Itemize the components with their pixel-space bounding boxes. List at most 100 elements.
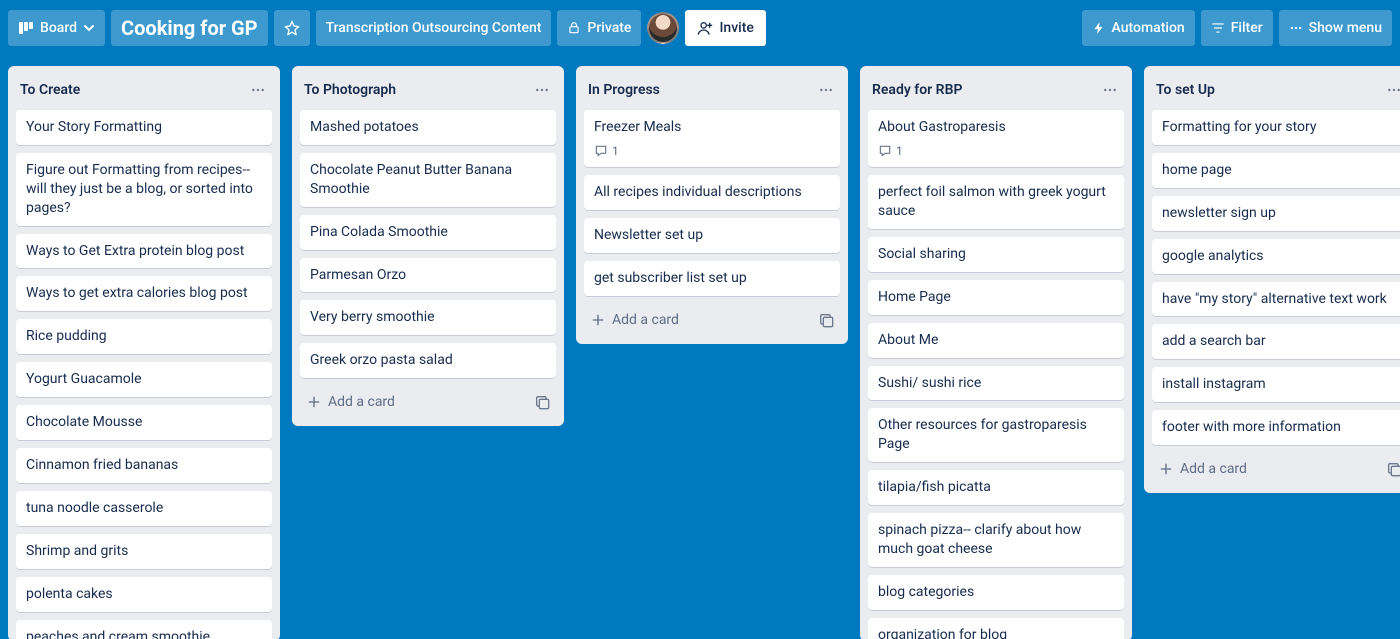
list-title[interactable]: To set Up [1156,82,1380,98]
card[interactable]: Parmesan Orzo [300,258,556,293]
show-menu-button[interactable]: Show menu [1279,10,1392,46]
star-button[interactable] [274,10,310,46]
card[interactable]: Yogurt Guacamole [16,362,272,397]
card[interactable]: Cinnamon fried bananas [16,448,272,483]
list-menu-button[interactable] [1096,76,1124,104]
card-title: Chocolate Mousse [26,413,262,432]
card[interactable]: Figure out Formatting from recipes-- wil… [16,153,272,226]
card[interactable]: have "my story" alternative text work [1152,282,1400,317]
card[interactable]: Social sharing [868,237,1124,272]
card[interactable]: Sushi/ sushi rice [868,366,1124,401]
card-title: Pina Colada Smoothie [310,223,546,242]
card[interactable]: home page [1152,153,1400,188]
card[interactable]: Ways to get extra calories blog post [16,276,272,311]
list-footer: Add a card [576,298,848,344]
invite-button[interactable]: Invite [685,10,765,46]
template-icon [534,394,550,410]
card[interactable]: tilapia/fish picatta [868,470,1124,505]
card[interactable]: Your Story Formatting [16,110,272,145]
card[interactable]: Mashed potatoes [300,110,556,145]
add-card-button[interactable]: Add a card [584,306,806,334]
board-header: Board Cooking for GP Transcription Outso… [0,0,1400,56]
card[interactable]: Home Page [868,280,1124,315]
template-icon [818,312,834,328]
card[interactable]: About Gastroparesis1 [868,110,1124,167]
list-menu-button[interactable] [244,76,272,104]
card-template-button[interactable] [528,388,556,416]
card[interactable]: Pina Colada Smoothie [300,215,556,250]
card-badges: 1 [594,143,830,159]
card[interactable]: organization for blog [868,618,1124,639]
privacy-button[interactable]: Private [557,10,641,46]
comment-count: 1 [612,143,619,159]
card[interactable]: Rice pudding [16,319,272,354]
list-menu-button[interactable] [528,76,556,104]
card[interactable]: Very berry smoothie [300,300,556,335]
invite-label: Invite [719,20,753,36]
list-header: To Create [8,66,280,110]
list-footer: Add a card [1144,447,1400,493]
add-card-button[interactable]: Add a card [300,388,522,416]
card[interactable]: tuna noodle casserole [16,491,272,526]
card[interactable]: footer with more information [1152,410,1400,445]
card[interactable]: All recipes individual descriptions [584,175,840,210]
card-title: perfect foil salmon with greek yogurt sa… [878,183,1114,221]
card-title: Figure out Formatting from recipes-- wil… [26,161,262,218]
card[interactable]: Other resources for gastroparesis Page [868,408,1124,462]
card[interactable]: Newsletter set up [584,218,840,253]
list-title[interactable]: In Progress [588,82,812,98]
card-title: Chocolate Peanut Butter Banana Smoothie [310,161,546,199]
card-title: Newsletter set up [594,226,830,245]
add-card-button[interactable]: Add a card [1152,455,1374,483]
card-title: Your Story Formatting [26,118,262,137]
card[interactable]: Formatting for your story [1152,110,1400,145]
cards-container: Freezer Meals1 All recipes individual des… [576,110,848,298]
card[interactable]: install instagram [1152,367,1400,402]
card-title: Cinnamon fried bananas [26,456,262,475]
card[interactable]: perfect foil salmon with greek yogurt sa… [868,175,1124,229]
add-card-label: Add a card [328,394,395,410]
template-icon [1386,461,1400,477]
card-title: have "my story" alternative text work [1162,290,1398,309]
card-title: Ways to get extra calories blog post [26,284,262,303]
dots-horizontal-icon [1386,82,1400,98]
view-switcher[interactable]: Board [8,10,105,46]
card[interactable]: get subscriber list set up [584,261,840,296]
card[interactable]: newsletter sign up [1152,196,1400,231]
list-title[interactable]: To Photograph [304,82,528,98]
card-title: footer with more information [1162,418,1398,437]
card[interactable]: About Me [868,323,1124,358]
card-template-button[interactable] [1380,455,1400,483]
card[interactable]: polenta cakes [16,577,272,612]
board-view-icon [18,20,34,36]
card[interactable]: add a search bar [1152,324,1400,359]
view-switcher-label: Board [40,20,77,36]
card[interactable]: google analytics [1152,239,1400,274]
filter-button[interactable]: Filter [1201,10,1273,46]
list-header: To Photograph [292,66,564,110]
card[interactable]: Greek orzo pasta salad [300,343,556,378]
card-title: Shrimp and grits [26,542,262,561]
card-title: polenta cakes [26,585,262,604]
list-menu-button[interactable] [812,76,840,104]
card[interactable]: peaches and cream smoothie [16,620,272,639]
card[interactable]: blog categories [868,575,1124,610]
card-title: Very berry smoothie [310,308,546,327]
card[interactable]: Chocolate Mousse [16,405,272,440]
list-menu-button[interactable] [1380,76,1400,104]
linked-item[interactable]: Transcription Outsourcing Content [316,10,552,46]
card[interactable]: spinach pizza-- clarify about how much g… [868,513,1124,567]
list-header: Ready for RBP [860,66,1132,110]
card[interactable]: Freezer Meals1 [584,110,840,167]
board-title[interactable]: Cooking for GP [111,10,268,46]
card[interactable]: Shrimp and grits [16,534,272,569]
card[interactable]: Chocolate Peanut Butter Banana Smoothie [300,153,556,207]
card[interactable]: Ways to Get Extra protein blog post [16,234,272,269]
list-title[interactable]: Ready for RBP [872,82,1096,98]
card-title: peaches and cream smoothie [26,628,262,639]
list-title[interactable]: To Create [20,82,244,98]
automation-button[interactable]: Automation [1082,10,1195,46]
card-template-button[interactable] [812,306,840,334]
lock-icon [567,21,581,35]
avatar[interactable] [647,12,679,44]
